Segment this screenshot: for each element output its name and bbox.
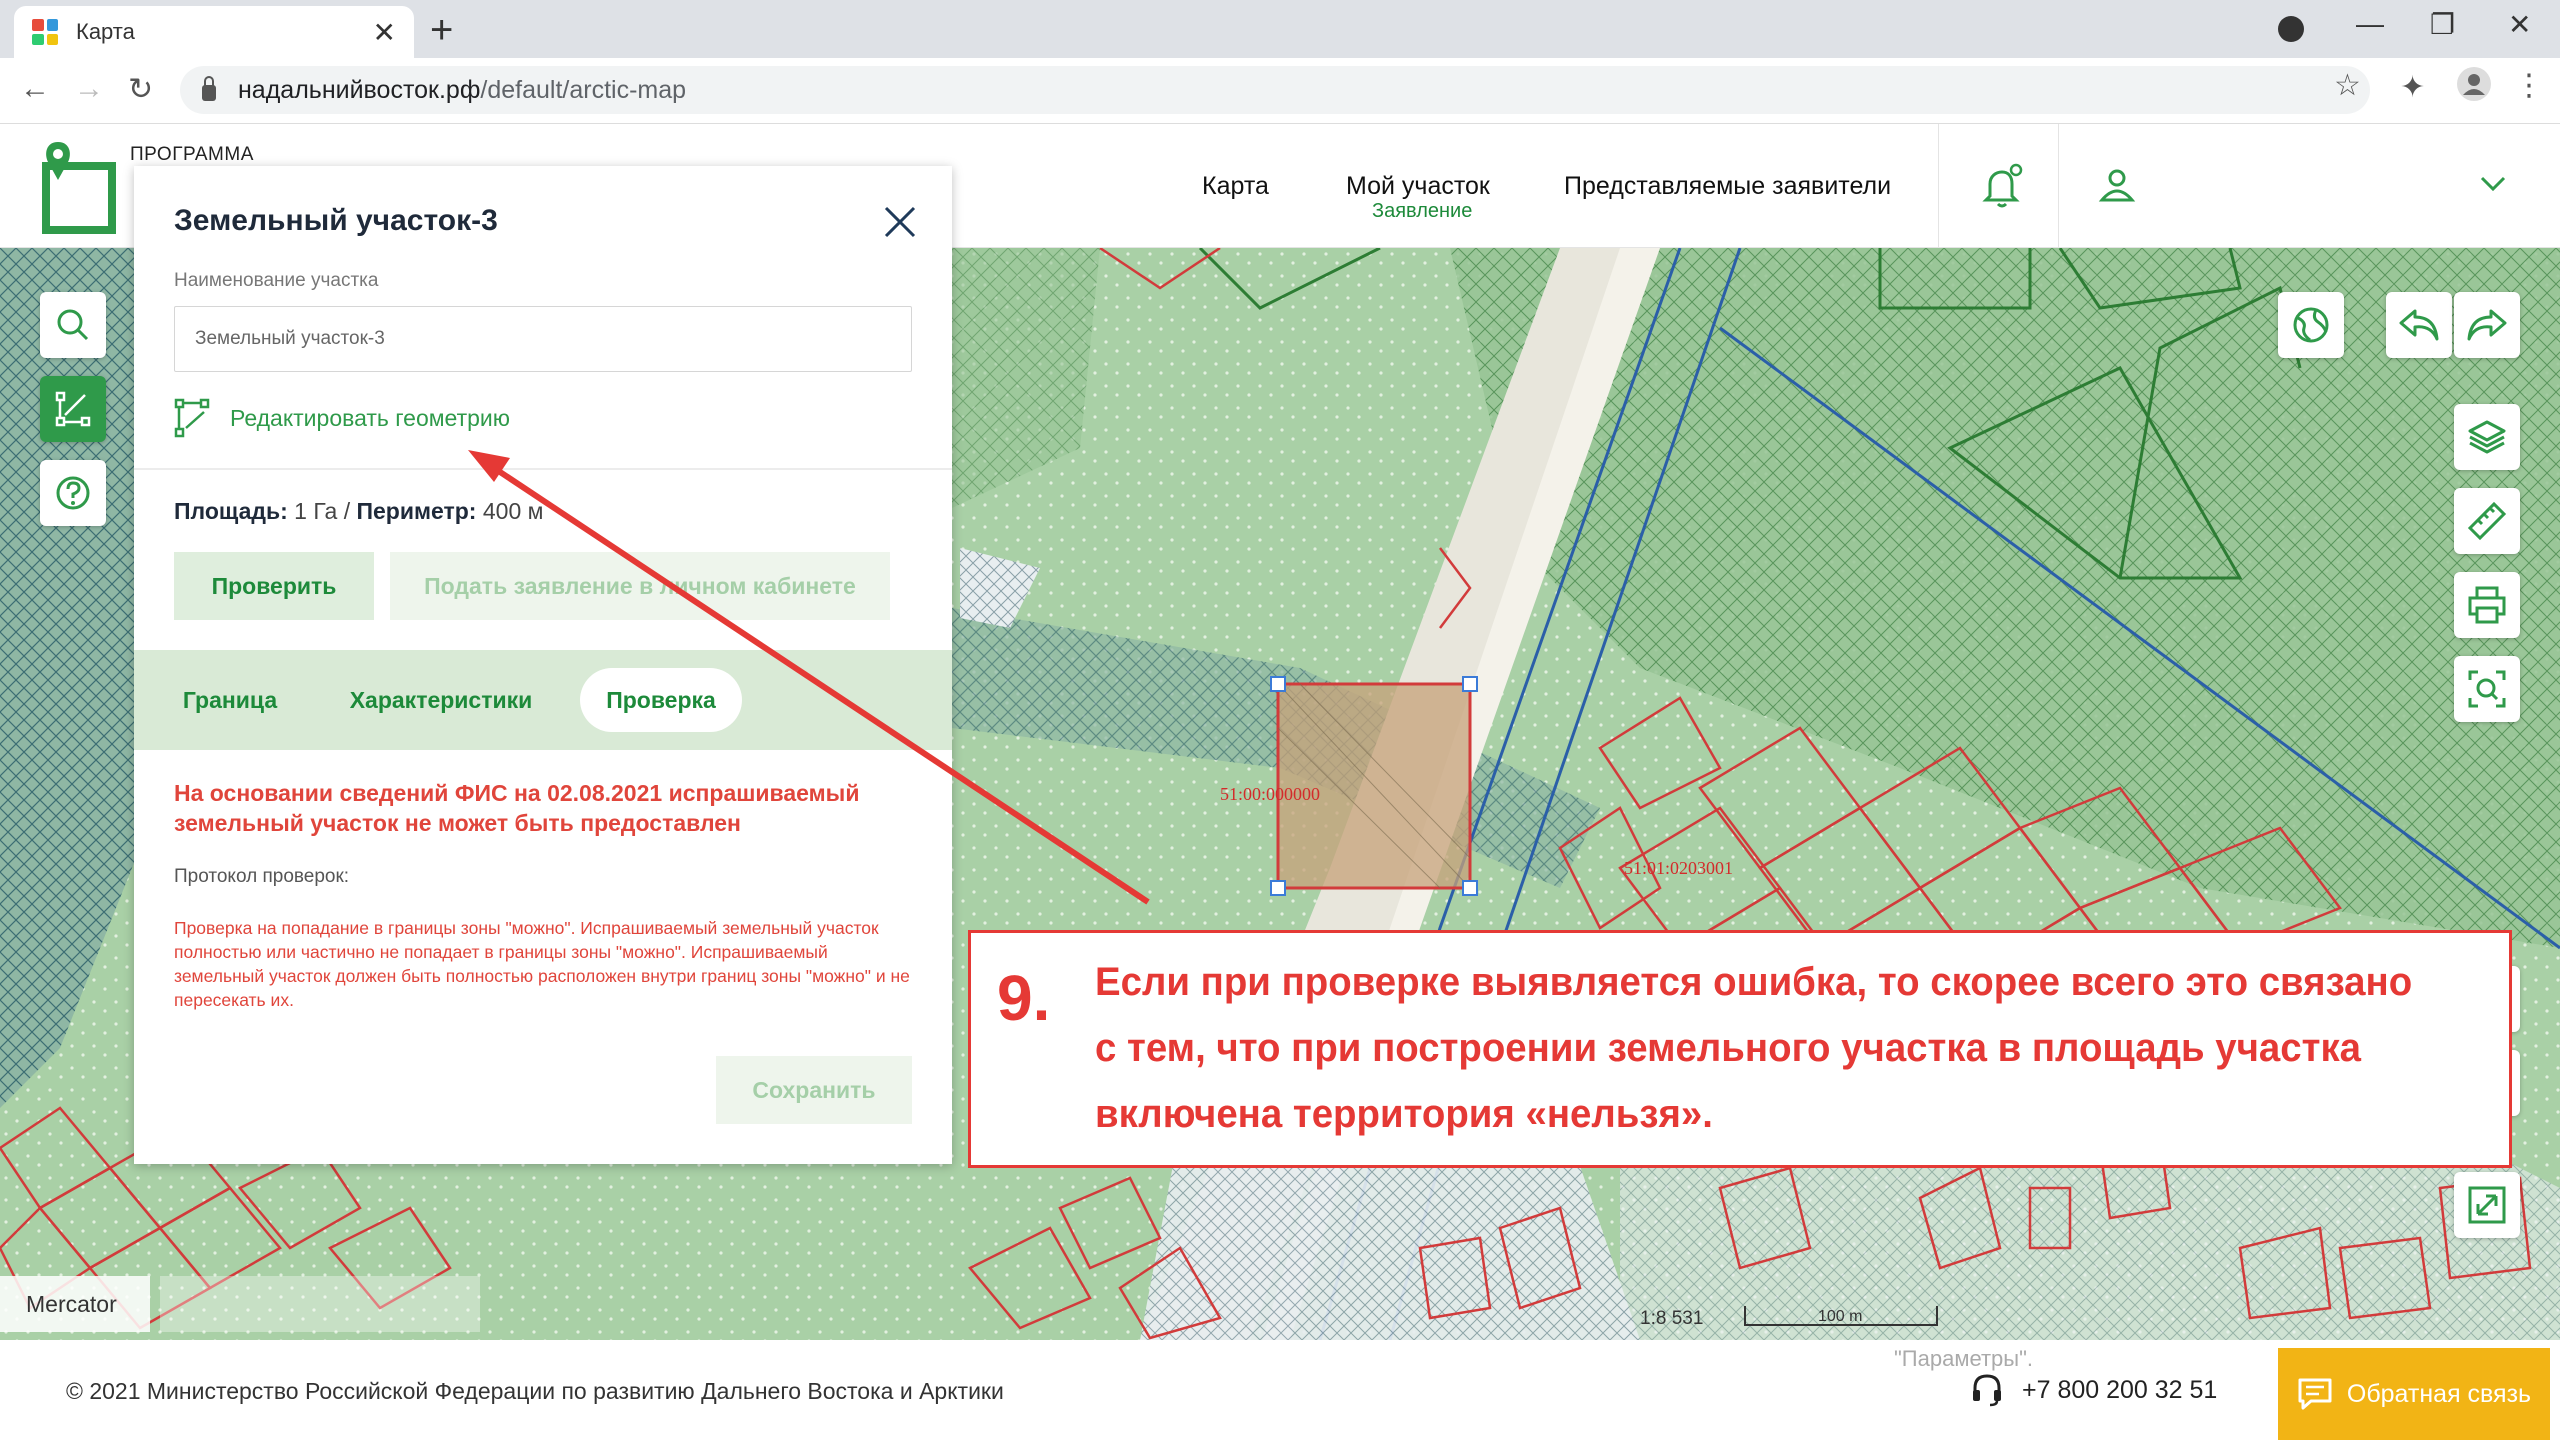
edit-geometry-label: Редактировать геометрию bbox=[230, 404, 510, 431]
globe-icon bbox=[2293, 307, 2329, 343]
panel-title: Земельный участок-3 bbox=[174, 204, 498, 237]
site-logo-icon[interactable] bbox=[40, 138, 118, 234]
site-footer: © 2021 Министерство Российской Федерации… bbox=[0, 1340, 2560, 1440]
headset-icon bbox=[1973, 1374, 2001, 1407]
zoom-search-icon bbox=[2468, 670, 2506, 708]
new-tab-icon[interactable]: + bbox=[430, 10, 453, 50]
layers-button[interactable] bbox=[2454, 404, 2520, 470]
annotation-text: Если при проверке выявляется ошибка, то … bbox=[1095, 960, 2413, 1136]
extensions-icon[interactable]: ✦ bbox=[2400, 70, 2425, 105]
nav-my-plot[interactable]: Мой участок bbox=[1346, 172, 1490, 201]
logo-text: ПРОГРАММА bbox=[130, 144, 254, 165]
protocol-label: Протокол проверок: bbox=[174, 866, 350, 887]
browser-tab-bar: Карта ✕ + — ❐ ✕ bbox=[0, 0, 2560, 58]
printer-icon bbox=[2468, 586, 2506, 624]
layers-icon bbox=[2468, 420, 2506, 454]
ruler-icon bbox=[2467, 501, 2507, 541]
lock-icon bbox=[202, 76, 216, 101]
parcel-panel: Земельный участок-3 Наименование участка… bbox=[134, 166, 952, 1164]
chat-icon bbox=[2298, 1378, 2332, 1410]
panel-tabs: Граница Характеристики Проверка bbox=[134, 650, 952, 750]
nav-my-plot-subtitle: Заявление bbox=[1372, 200, 1473, 222]
annotation-number: 9. bbox=[997, 962, 1051, 1034]
minimize-icon[interactable]: — bbox=[2356, 8, 2384, 40]
measure-button[interactable] bbox=[2454, 488, 2520, 554]
back-icon[interactable]: ← bbox=[20, 72, 50, 106]
basemap-button[interactable] bbox=[2278, 292, 2344, 358]
annotation-callout: 9. Если при проверке выявляется ошибка, … bbox=[968, 930, 2512, 1168]
feedback-button[interactable]: Обратная связь bbox=[2278, 1348, 2550, 1440]
undo-button[interactable] bbox=[2386, 292, 2452, 358]
phone-contact[interactable]: +7 800 200 32 51 bbox=[1970, 1372, 2217, 1408]
projection-label: Mercator bbox=[0, 1276, 150, 1332]
browser-menu-icon[interactable]: ⋮ bbox=[2514, 68, 2544, 103]
check-error-title: На основании сведений ФИС на 02.08.2021 … bbox=[174, 780, 860, 836]
nav-map[interactable]: Карта bbox=[1202, 172, 1269, 201]
site-favicon-icon bbox=[32, 19, 58, 45]
scale-value: 1:8 531 bbox=[1640, 1308, 1704, 1329]
header-divider bbox=[2058, 124, 2059, 248]
tab-check[interactable]: Проверка bbox=[580, 668, 742, 732]
restore-icon[interactable]: ❐ bbox=[2430, 8, 2455, 41]
help-button[interactable] bbox=[40, 460, 106, 526]
divider bbox=[134, 468, 952, 470]
expand-icon bbox=[2468, 1186, 2506, 1224]
map-search-button[interactable] bbox=[40, 292, 106, 358]
params-tooltip: "Параметры". bbox=[1894, 1346, 2034, 1371]
tab-title: Карта bbox=[76, 19, 135, 44]
redo-icon bbox=[2467, 309, 2507, 341]
url-text: надальнийвосток.рф/default/arctic-map bbox=[238, 75, 687, 104]
redo-button[interactable] bbox=[2454, 292, 2520, 358]
address-bar[interactable]: надальнийвосток.рф/default/arctic-map bbox=[180, 66, 2370, 114]
edit-geometry-icon bbox=[174, 398, 210, 438]
nav-representatives[interactable]: Представляемые заявители bbox=[1564, 172, 1891, 201]
search-icon bbox=[57, 309, 89, 341]
user-icon[interactable] bbox=[2098, 168, 2136, 207]
coordinates-panel bbox=[160, 1276, 480, 1332]
tab-border[interactable]: Граница bbox=[158, 668, 302, 732]
header-divider bbox=[1938, 124, 1939, 248]
tab-characteristics[interactable]: Характеристики bbox=[314, 668, 568, 732]
forward-icon[interactable]: → bbox=[74, 72, 104, 106]
parcel-name-label: Наименование участка bbox=[174, 270, 379, 291]
check-button[interactable]: Проверить bbox=[174, 552, 374, 620]
browser-tab[interactable]: Карта ✕ bbox=[14, 6, 414, 58]
edit-geometry-link[interactable]: Редактировать геометрию bbox=[174, 398, 510, 438]
draw-geometry-icon bbox=[55, 391, 91, 427]
chevron-down-icon[interactable] bbox=[2478, 174, 2508, 199]
phone-number: +7 800 200 32 51 bbox=[2022, 1375, 2218, 1404]
parcel-label: 51:01:0203001 bbox=[1624, 858, 1734, 878]
save-button[interactable]: Сохранить bbox=[716, 1056, 912, 1124]
scale-bar-label: 100 m bbox=[1818, 1308, 1863, 1325]
protocol-text: Проверка на попадание в границы зоны "мо… bbox=[174, 918, 910, 1010]
feedback-label: Обратная связь bbox=[2346, 1379, 2532, 1408]
tab-close-icon[interactable]: ✕ bbox=[373, 16, 396, 49]
close-icon[interactable] bbox=[880, 202, 920, 242]
print-button[interactable] bbox=[2454, 572, 2520, 638]
submit-application-button[interactable]: Подать заявление в личном кабинете bbox=[390, 552, 890, 620]
draw-parcel-button[interactable] bbox=[40, 376, 106, 442]
reload-icon[interactable]: ↻ bbox=[128, 72, 153, 107]
area-perimeter-info: Площадь: 1 Га / Периметр: 400 м bbox=[174, 498, 544, 524]
fullscreen-button[interactable] bbox=[2454, 1172, 2520, 1238]
browser-profile-indicator-icon[interactable] bbox=[2278, 16, 2304, 42]
browser-toolbar: ← → ↻ надальнийвосток.рф/default/arctic-… bbox=[0, 58, 2560, 124]
bookmark-star-icon[interactable]: ☆ bbox=[2334, 68, 2361, 103]
parcel-name-input[interactable] bbox=[174, 306, 912, 372]
undo-icon bbox=[2399, 309, 2439, 341]
notification-bell-icon[interactable] bbox=[1980, 162, 2024, 215]
window-close-icon[interactable]: ✕ bbox=[2508, 8, 2531, 41]
parcel-label: 51:00:000000 bbox=[1220, 784, 1321, 804]
copyright-text: © 2021 Министерство Российской Федерации… bbox=[66, 1378, 1004, 1404]
profile-icon[interactable] bbox=[2456, 66, 2492, 110]
help-icon bbox=[56, 476, 90, 510]
zoom-to-parcel-button[interactable] bbox=[2454, 656, 2520, 722]
